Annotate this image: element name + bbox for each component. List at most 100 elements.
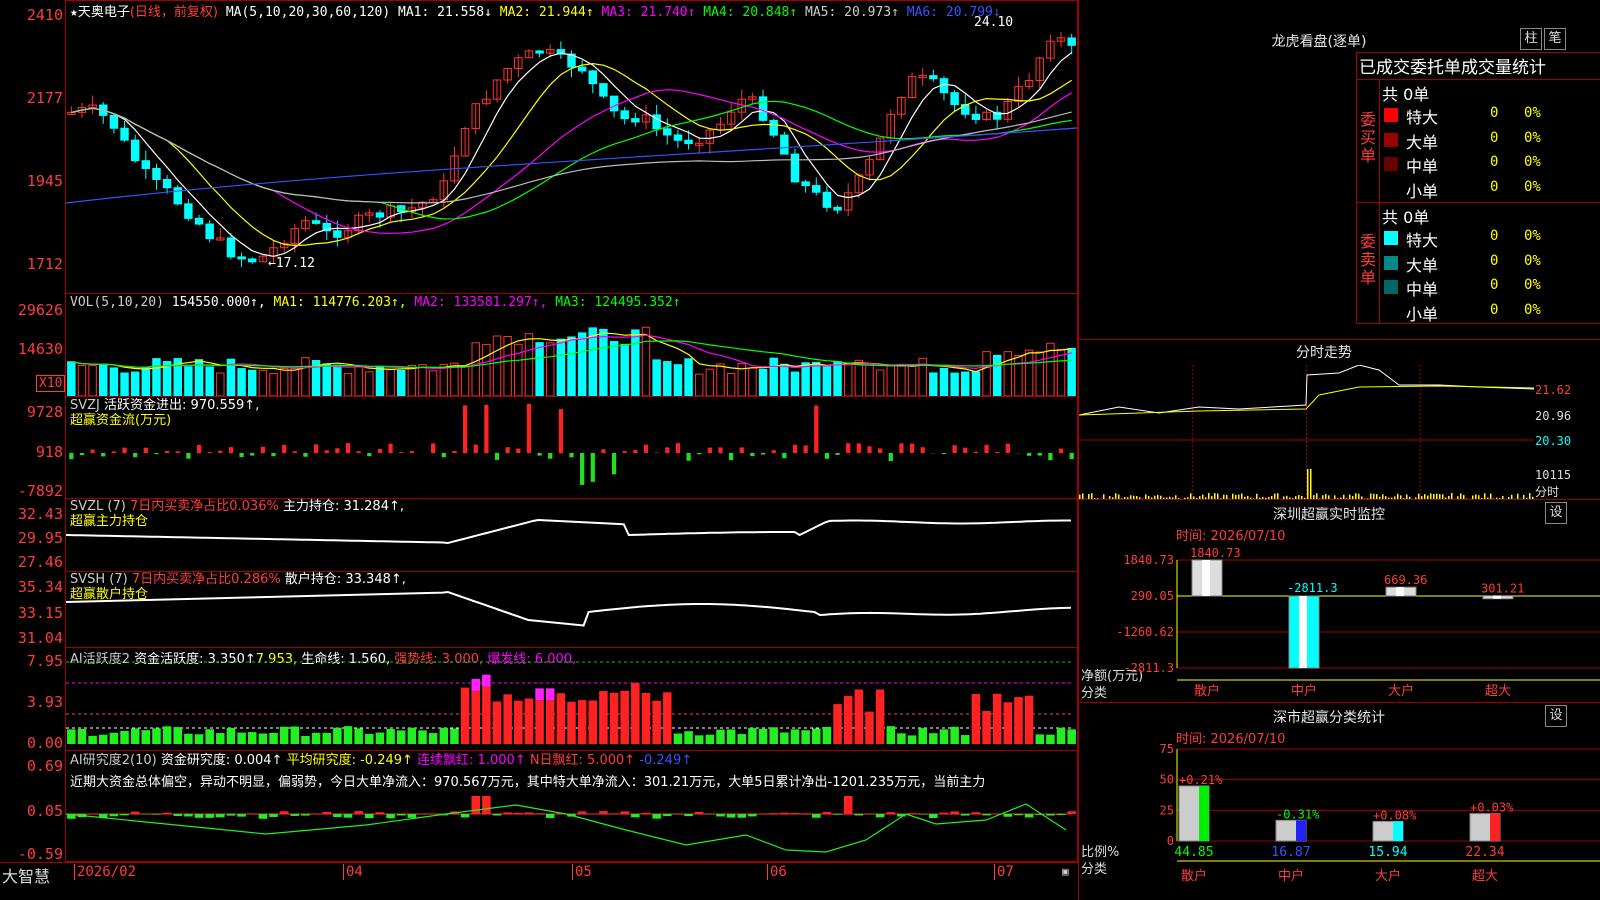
activity-bar: [918, 728, 927, 744]
price-axis-2: 2177: [26, 89, 63, 107]
research-bar: [620, 811, 629, 814]
research-bar: [152, 814, 161, 815]
activity-bar: [631, 683, 640, 744]
research-bar: [407, 814, 417, 818]
activity-bar: [950, 726, 959, 744]
ai-research-summary: 近期大资金总体偏空，异动不明显，偏弱势，今日大单净流入：970.567万元，其中…: [70, 775, 986, 790]
flow-bar: [526, 403, 532, 453]
activity-bar: [216, 733, 225, 744]
volume-bar: [939, 367, 949, 396]
candle-body: [184, 203, 193, 219]
volume-chart[interactable]: [66, 310, 1077, 396]
flow-bar: [345, 443, 351, 453]
flow-bar: [431, 443, 436, 453]
classify-value-label: 15.94: [1368, 845, 1407, 860]
activity-bar: [439, 727, 449, 744]
candle-body: [375, 212, 385, 218]
flow-bar: [196, 445, 202, 453]
classify-settings-button[interactable]: 设: [1545, 705, 1567, 727]
svzl-axis-3: 27.46: [17, 553, 63, 571]
date-label-4: 06: [767, 864, 787, 880]
flow-bar: [835, 453, 840, 455]
flow-bar: [1048, 453, 1053, 461]
research-bar: [492, 814, 502, 816]
ai-research-chart[interactable]: [66, 790, 1077, 861]
research-bar: [577, 811, 587, 814]
lhb-sell-color-swatch: [1384, 255, 1398, 270]
svzl-chart[interactable]: [66, 499, 1077, 571]
volume-bar: [801, 362, 810, 396]
activity-bar: [386, 728, 395, 744]
candlestick-chart[interactable]: [66, 18, 1077, 293]
candle-body: [833, 206, 842, 211]
svzl-axis-1: 32.43: [17, 505, 63, 523]
activity-bar: [375, 732, 385, 744]
vol-title: VOL(5,10,20) 154550.000↑, MA1: 114776.20…: [70, 295, 681, 310]
candle-body: [333, 230, 342, 238]
classify-value-label: 44.85: [1174, 845, 1213, 860]
volume-bar: [365, 371, 374, 396]
research-bar: [258, 814, 268, 819]
intraday-chart[interactable]: [1079, 365, 1534, 499]
candle-body: [631, 118, 640, 123]
research-bar: [599, 811, 608, 814]
svsh-chart[interactable]: [66, 572, 1077, 647]
volume-bar: [1014, 355, 1023, 396]
volume-bar: [333, 364, 342, 396]
ai-research-axis-1: 0.69: [26, 757, 63, 775]
monitor-category-label: 散户: [1194, 683, 1220, 699]
svzj-axis-1: 9728: [26, 403, 63, 421]
flow-bar: [675, 443, 681, 453]
volume-bar: [524, 333, 534, 396]
candle-body: [801, 181, 810, 187]
ai-research-t3: 连续飘红: 1.000↑: [417, 753, 526, 768]
ai-active-chart[interactable]: [66, 648, 1077, 750]
lhb-buy-total: 共 0单: [1382, 85, 1430, 104]
research-bar: [514, 812, 523, 814]
research-bar: [226, 814, 236, 816]
lhb-stroke-button[interactable]: 笔: [1544, 28, 1566, 50]
activity-bar: [843, 695, 853, 744]
classify-bar-accent: [1296, 820, 1306, 841]
research-bar: [120, 814, 129, 816]
activity-bar: [279, 726, 289, 744]
activity-bar: [929, 733, 938, 744]
research-bar: [130, 811, 140, 814]
volume-bar: [322, 363, 331, 396]
volume-bar: [407, 365, 417, 396]
volume-bar: [929, 372, 938, 396]
lock-icon[interactable]: ▣: [1062, 865, 1069, 878]
research-bar: [854, 814, 864, 816]
vol-label: VOL(5,10,20): [70, 295, 164, 310]
activity-bar: [1014, 697, 1023, 744]
lhb-sell-label: 委卖单: [1360, 232, 1377, 287]
candle-body: [663, 128, 672, 136]
activity-bar: [588, 700, 598, 744]
lhb-buy-percent: 0%: [1524, 154, 1541, 170]
research-bar: [1067, 811, 1076, 814]
flow-bar: [441, 453, 446, 458]
flow-bar: [611, 453, 617, 475]
intraday-panel[interactable]: 分时走势 21.62 20.96 20.30 10115 分时: [1079, 339, 1600, 499]
flow-bar: [218, 450, 223, 453]
activity-bar: [269, 732, 278, 744]
lhb-bar-button[interactable]: 柱: [1520, 28, 1542, 50]
research-bar: [631, 814, 640, 818]
burst-bar: [535, 688, 544, 701]
activity-bar: [194, 734, 204, 744]
classify-title: 深市超赢分类统计: [1273, 710, 1385, 726]
left-chart-area[interactable]: ★天奥电子(日线，前复权) MA(5,10,20,30,60,120) MA1:…: [0, 0, 1078, 886]
volume-bar: [482, 343, 491, 396]
flow-bar: [399, 452, 404, 453]
candle-body: [162, 178, 172, 189]
svzj-chart[interactable]: [66, 397, 1077, 498]
monitor-settings-button[interactable]: 设: [1545, 502, 1567, 524]
ai-research-title: AI研究度2(10) 资金研究度: 0.004↑ 平均研究度: -0.249↑ …: [70, 751, 692, 770]
classify-value-label: 16.87: [1271, 845, 1310, 860]
price-axis-4: 1712: [26, 255, 63, 273]
volume-bar: [545, 342, 555, 396]
activity-bar: [290, 726, 300, 744]
activity-bar: [1003, 702, 1013, 744]
classify-change-label: +0.21%: [1179, 773, 1223, 787]
monitor-panel: 深圳超赢实时监控 设 时间: 2026/07/10 净额(万元) 分类 1840…: [1079, 499, 1600, 701]
